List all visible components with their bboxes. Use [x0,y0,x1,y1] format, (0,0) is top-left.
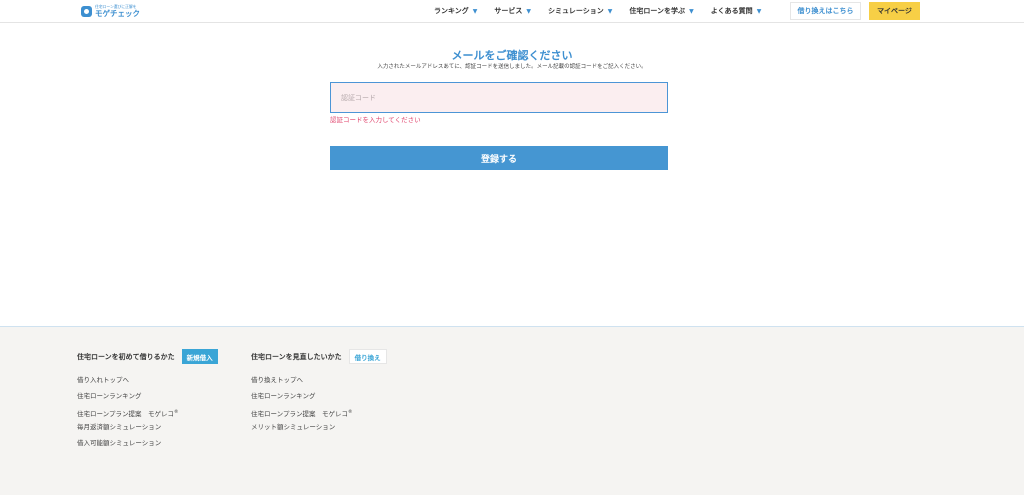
refinance-tag: 借り換え [348,349,387,364]
site-footer: 住宅ローンを初めて借りるかた 新規借入 借り入れトップへ 住宅ローンランキング … [0,326,1024,495]
footer-column-new-loan: 住宅ローンを初めて借りるかた 新規借入 借り入れトップへ 住宅ローンランキング … [77,349,218,452]
caret-down-icon: ▼ [756,7,762,15]
footer-link[interactable]: 住宅ローンプラン提案 モゲレコ® [251,405,387,421]
page-subtitle: 入力されたメールアドレスあてに、認証コードを送信しました。メール記載の認証コード… [377,64,647,70]
footer-link[interactable]: メリット額シミュレーション [251,420,387,436]
new-loan-tag: 新規借入 [181,349,218,364]
error-message: 認証コードを入力してください [330,116,421,124]
register-button[interactable]: 登録する [330,146,668,170]
nav-learn[interactable]: 住宅ローンを学ぶ ▼ [629,6,693,16]
nav-simulation[interactable]: シミュレーション ▼ [548,6,612,16]
caret-down-icon: ▼ [472,7,478,15]
nav-faq[interactable]: よくある質問 ▼ [711,6,762,16]
footer-link[interactable]: 住宅ローンプラン提案 モゲレコ® [77,405,218,421]
registered-mark: ® [347,409,353,415]
page-title: メールをご確認ください [451,49,573,62]
registered-mark: ® [173,409,179,415]
logo[interactable]: 住宅ローン選びに正解を モゲチェック [81,3,140,19]
logo-name: モゲチェック [95,8,140,18]
site-header: 住宅ローン選びに正解を モゲチェック ランキング ▼ サービス ▼ シミュレーション… [0,0,1024,23]
main-nav: ランキング ▼ サービス ▼ シミュレーション ▼ 住宅ローンを学ぶ ▼ よくある質問 ▼ [434,0,778,22]
footer-column-title: 住宅ローンを初めて借りるかた [77,352,175,361]
logo-icon [81,5,92,17]
footer-link[interactable]: 毎月返済額シミュレーション [77,420,218,436]
footer-link[interactable]: 住宅ローンランキング [251,389,387,405]
footer-link[interactable]: 借り入れトップへ [77,373,218,389]
verification-code-input[interactable] [330,82,668,113]
footer-link[interactable]: 借り換えトップへ [251,373,387,389]
footer-link[interactable]: 借入可能額シミュレーション [77,436,218,452]
caret-down-icon: ▼ [526,7,532,15]
caret-down-icon: ▼ [607,7,613,15]
footer-column-title: 住宅ローンを見直したいかた [251,352,342,361]
footer-column-refinance: 住宅ローンを見直したいかた 借り換え 借り換えトップへ 住宅ローンランキング 住… [251,349,387,436]
nav-ranking[interactable]: ランキング ▼ [434,6,477,16]
footer-link[interactable]: 住宅ローンランキング [77,389,218,405]
refinance-button[interactable]: 借り換えはこちら [790,2,861,20]
nav-service[interactable]: サービス ▼ [494,6,531,16]
caret-down-icon: ▼ [689,7,694,15]
mypage-button[interactable]: マイページ [869,2,920,20]
